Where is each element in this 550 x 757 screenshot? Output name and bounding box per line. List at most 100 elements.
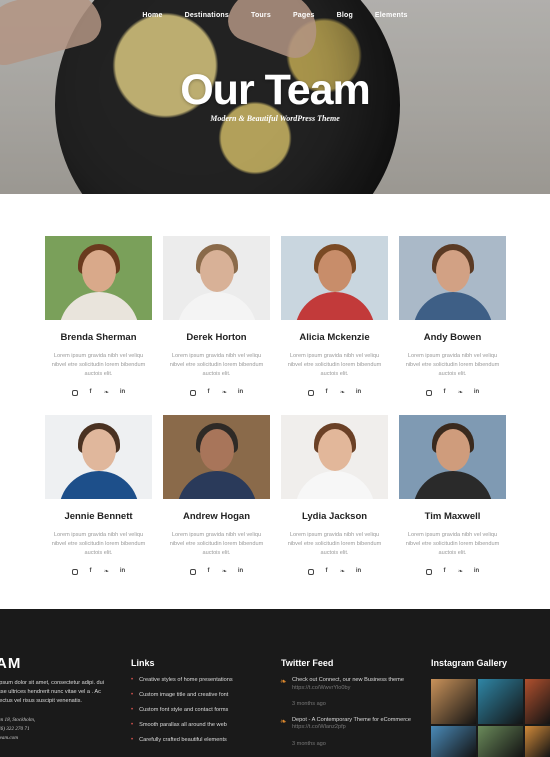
team-member-name: Andrew Hogan	[182, 511, 251, 522]
instagram-icon[interactable]	[425, 568, 432, 577]
tweet-item: ❧ Check out Connect, our new Business the…	[280, 677, 425, 709]
nav-elements[interactable]: Elements	[375, 12, 408, 19]
social-links: f ❧ in	[281, 389, 388, 398]
facebook-icon[interactable]: f	[441, 389, 448, 398]
facebook-icon[interactable]: f	[87, 568, 94, 577]
twitter-icon: ❧	[280, 716, 287, 726]
linkedin-icon[interactable]: in	[473, 389, 480, 398]
team-member-photo[interactable]	[399, 415, 506, 499]
facebook-icon[interactable]: f	[323, 389, 330, 398]
team-member-card: Brenda Sherman Lorem ipsum gravida nibh v…	[45, 236, 152, 398]
photo-body	[177, 471, 257, 499]
facebook-icon[interactable]: f	[87, 389, 94, 398]
linkedin-icon[interactable]: in	[237, 568, 244, 577]
page-title: Our Team	[180, 66, 371, 114]
twitter-icon[interactable]: ❧	[457, 389, 464, 398]
team-member-name: Andy Bowen	[423, 332, 482, 343]
footer-link[interactable]: • Carefully crafted beautiful elements	[131, 737, 271, 752]
tweet-link[interactable]: https://t.co/Wlanz2pfp	[292, 724, 411, 732]
twitter-icon[interactable]: ❧	[221, 389, 228, 398]
linkedin-icon[interactable]: in	[473, 568, 480, 577]
facebook-icon[interactable]: f	[205, 568, 212, 577]
team-member-name: Derek Horton	[186, 332, 247, 343]
instagram-icon[interactable]	[307, 568, 314, 577]
instagram-thumbnail[interactable]	[478, 726, 523, 757]
nav-destinations[interactable]: Destinations	[185, 12, 229, 19]
nav-pages[interactable]: Pages	[293, 12, 315, 19]
footer-link-label: Custom image title and creative font	[139, 692, 229, 698]
social-links: f ❧ in	[399, 389, 506, 398]
bullet-icon: •	[131, 677, 134, 683]
team-member-name: Brenda Sherman	[60, 332, 137, 343]
team-member-card: Derek Horton Lorem ipsum gravida nibh vel…	[163, 236, 270, 398]
photo-face	[200, 429, 234, 471]
nav-blog[interactable]: Blog	[337, 12, 353, 19]
instagram-thumbnail[interactable]	[431, 726, 476, 757]
linkedin-icon[interactable]: in	[119, 568, 126, 577]
tweet-text: Check out Connect, our new Business them…	[292, 677, 404, 683]
instagram-title: Instagram Gallery	[431, 658, 508, 668]
social-links: f ❧ in	[281, 568, 388, 577]
twitter-icon[interactable]: ❧	[103, 568, 110, 577]
instagram-icon[interactable]	[425, 389, 432, 398]
tweet-body: Depot - A Contemporary Theme for eCommer…	[292, 717, 411, 749]
main-nav: Home Destinations Tours Pages Blog Eleme…	[0, 12, 550, 19]
twitter-icon[interactable]: ❧	[457, 568, 464, 577]
instagram-icon[interactable]	[189, 568, 196, 577]
team-member-photo[interactable]	[281, 415, 388, 499]
team-member-photo[interactable]	[163, 415, 270, 499]
twitter-icon[interactable]: ❧	[339, 389, 346, 398]
bullet-icon: •	[131, 737, 134, 743]
tweet-body: Check out Connect, our new Business them…	[292, 677, 404, 709]
photo-body	[59, 292, 139, 320]
facebook-icon[interactable]: f	[205, 389, 212, 398]
team-member-photo[interactable]	[45, 415, 152, 499]
team-member-name: Tim Maxwell	[424, 511, 481, 522]
photo-face	[82, 429, 116, 471]
footer-links: • Creative styles of home presentations • C…	[131, 677, 271, 752]
team-member-photo[interactable]	[163, 236, 270, 320]
footer-brand: AM	[0, 655, 22, 672]
photo-face	[200, 250, 234, 292]
address-line: an 18, Stockholm,	[0, 717, 36, 723]
bullet-icon: •	[131, 722, 134, 728]
footer-link-label: Custom font style and contact forms	[139, 707, 229, 713]
instagram-icon[interactable]	[71, 568, 78, 577]
instagram-icon[interactable]	[307, 389, 314, 398]
linkedin-icon[interactable]: in	[355, 568, 362, 577]
tweet-link[interactable]: https://t.co/WwvrYlo0by	[292, 685, 404, 693]
team-member-photo[interactable]	[45, 236, 152, 320]
photo-body	[295, 471, 375, 499]
linkedin-icon[interactable]: in	[355, 389, 362, 398]
instagram-thumbnail[interactable]	[525, 679, 550, 724]
twitter-icon[interactable]: ❧	[221, 568, 228, 577]
footer-link[interactable]: • Smooth parallax all around the web	[131, 722, 271, 737]
instagram-thumbnail[interactable]	[525, 726, 550, 757]
team-member-name: Alicia Mckenzie	[299, 332, 370, 343]
nav-tours[interactable]: Tours	[251, 12, 271, 19]
nav-home[interactable]: Home	[142, 12, 162, 19]
twitter-icon[interactable]: ❧	[339, 568, 346, 577]
facebook-icon[interactable]: f	[441, 568, 448, 577]
instagram-thumbnail[interactable]	[431, 679, 476, 724]
phone-line: 46) 322 270 71	[0, 726, 30, 732]
team-member-card: Andy Bowen Lorem ipsum gravida nibh vel v…	[399, 236, 506, 398]
photo-body	[177, 292, 257, 320]
team-member-photo[interactable]	[399, 236, 506, 320]
footer-link[interactable]: • Custom font style and contact forms	[131, 707, 271, 722]
footer-link[interactable]: • Creative styles of home presentations	[131, 677, 271, 692]
instagram-icon[interactable]	[71, 389, 78, 398]
team-member-photo[interactable]	[281, 236, 388, 320]
bullet-icon: •	[131, 692, 134, 698]
photo-face	[318, 429, 352, 471]
email-line[interactable]: team.com	[0, 734, 35, 743]
footer-link[interactable]: • Custom image title and creative font	[131, 692, 271, 707]
team-member-bio: Lorem ipsum gravida nibh vel veliqu nibv…	[169, 353, 264, 377]
facebook-icon[interactable]: f	[323, 568, 330, 577]
instagram-icon[interactable]	[189, 389, 196, 398]
linkedin-icon[interactable]: in	[237, 389, 244, 398]
linkedin-icon[interactable]: in	[119, 389, 126, 398]
instagram-thumbnail[interactable]	[478, 679, 523, 724]
twitter-icon[interactable]: ❧	[103, 389, 110, 398]
footer-link-label: Creative styles of home presentations	[139, 677, 233, 683]
